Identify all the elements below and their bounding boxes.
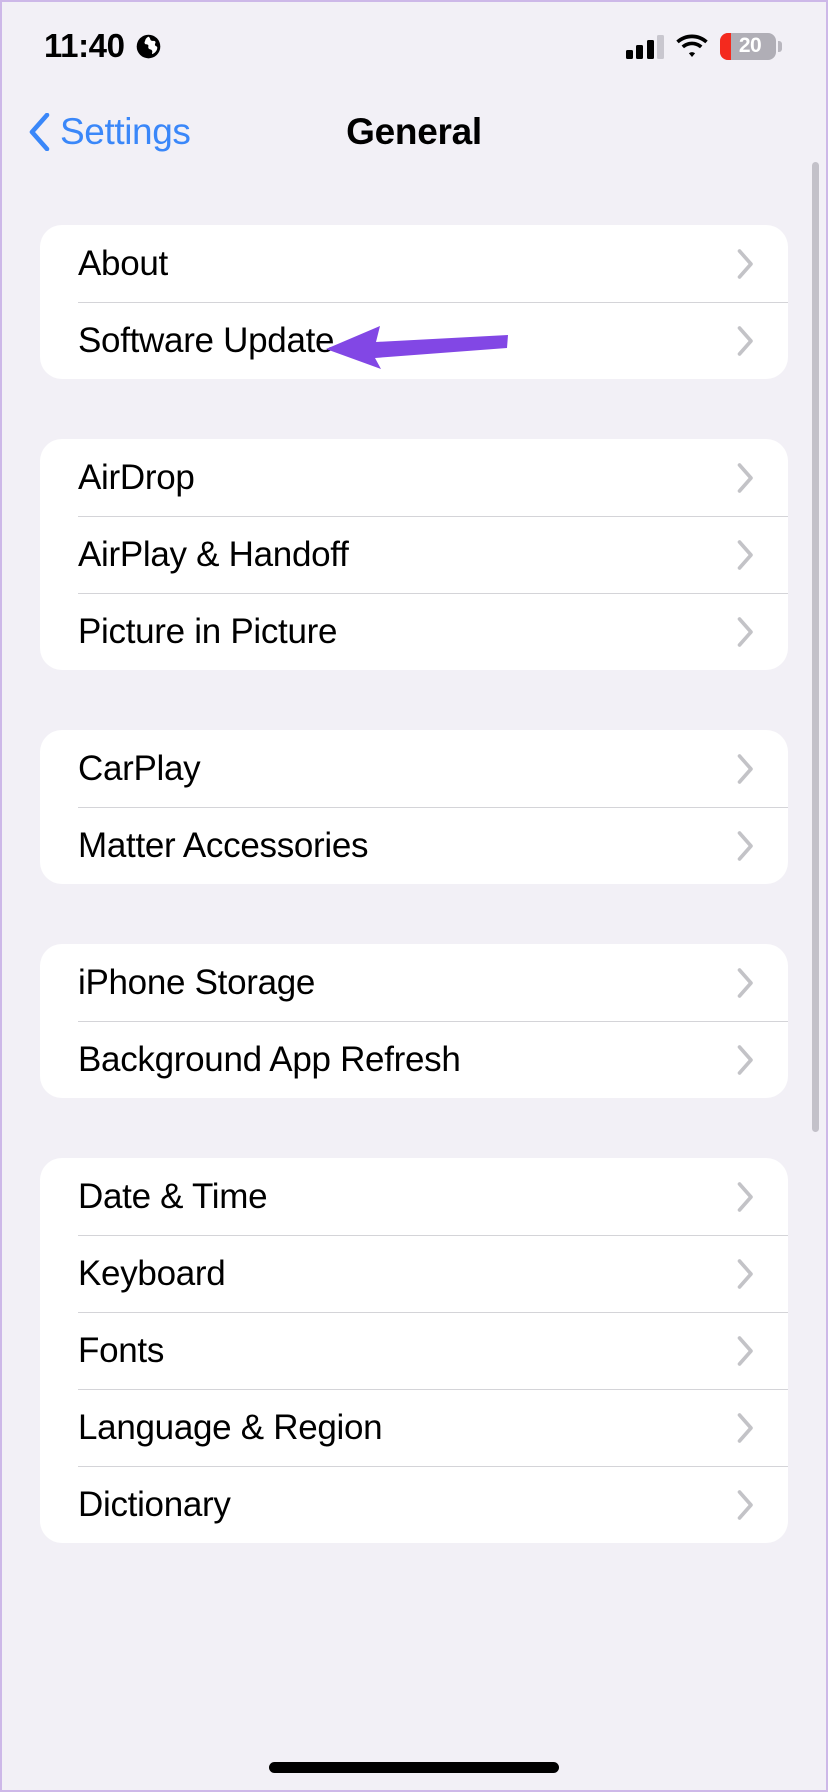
- battery-tip: [778, 40, 782, 52]
- settings-row-keyboard[interactable]: Keyboard: [40, 1235, 788, 1312]
- settings-row-software-update[interactable]: Software Update: [40, 302, 788, 379]
- settings-row-dictionary[interactable]: Dictionary: [40, 1466, 788, 1543]
- settings-row-carplay[interactable]: CarPlay: [40, 730, 788, 807]
- navigation-bar: Settings General: [2, 90, 826, 174]
- settings-row-label: Software Update: [78, 321, 335, 360]
- group-sharing: AirDrop AirPlay & Handoff Picture in Pictu…: [40, 439, 788, 670]
- settings-row-airplay-and-handoff[interactable]: AirPlay & Handoff: [40, 516, 788, 593]
- chevron-right-icon: [737, 1044, 753, 1075]
- settings-row-label: iPhone Storage: [78, 963, 316, 1002]
- settings-row-matter-accessories[interactable]: Matter Accessories: [40, 807, 788, 884]
- chevron-right-icon: [737, 967, 753, 998]
- settings-row-label: Background App Refresh: [78, 1040, 461, 1079]
- settings-row-airdrop[interactable]: AirDrop: [40, 439, 788, 516]
- battery-body: 20: [720, 32, 776, 60]
- battery-icon: 20: [720, 32, 782, 60]
- settings-row-picture-in-picture[interactable]: Picture in Picture: [40, 593, 788, 670]
- settings-row-label: CarPlay: [78, 749, 201, 788]
- battery-percent-label: 20: [738, 34, 762, 57]
- chevron-right-icon: [737, 248, 753, 279]
- settings-row-label: Dictionary: [78, 1485, 231, 1524]
- group-localization: Date & Time Keyboard Fonts Language & Regio…: [40, 1158, 788, 1543]
- vertical-scrollbar[interactable]: [812, 162, 819, 1132]
- wifi-icon: [676, 34, 708, 57]
- battery-fill: [720, 32, 732, 60]
- settings-row-label: Language & Region: [78, 1408, 383, 1447]
- settings-row-about[interactable]: About: [40, 225, 788, 302]
- status-bar-clock: 11:40: [44, 27, 125, 64]
- chevron-right-icon: [737, 616, 753, 647]
- status-bar-right: 20: [625, 32, 782, 60]
- chevron-right-icon: [737, 830, 753, 861]
- status-bar: 11:40 20: [2, 2, 826, 90]
- settings-row-iphone-storage[interactable]: iPhone Storage: [40, 944, 788, 1021]
- group-system: About Software Update: [40, 225, 788, 379]
- signal-bars-icon: [625, 34, 664, 59]
- settings-row-label: AirPlay & Handoff: [78, 535, 349, 574]
- settings-row-background-app-refresh[interactable]: Background App Refresh: [40, 1021, 788, 1098]
- settings-row-label: AirDrop: [78, 458, 195, 497]
- group-accessories: CarPlay Matter Accessories: [40, 730, 788, 884]
- settings-row-date-and-time[interactable]: Date & Time: [40, 1158, 788, 1235]
- settings-row-label: Fonts: [78, 1331, 165, 1370]
- chevron-right-icon: [737, 1335, 753, 1366]
- settings-row-language-and-region[interactable]: Language & Region: [40, 1389, 788, 1466]
- settings-row-fonts[interactable]: Fonts: [40, 1312, 788, 1389]
- chevron-right-icon: [737, 462, 753, 493]
- group-storage: iPhone Storage Background App Refresh: [40, 944, 788, 1098]
- home-indicator: [269, 1762, 559, 1773]
- settings-row-label: Keyboard: [78, 1254, 226, 1293]
- settings-row-label: Date & Time: [78, 1177, 268, 1216]
- chevron-right-icon: [737, 539, 753, 570]
- chevron-right-icon: [737, 1258, 753, 1289]
- chevron-right-icon: [737, 1412, 753, 1443]
- settings-row-label: Picture in Picture: [78, 612, 338, 651]
- settings-list: About Software Update AirDrop AirPlay & Han…: [2, 174, 826, 1790]
- chevron-right-icon: [737, 753, 753, 784]
- iphone-settings-general-screen: 11:40 20 Settings General About Software…: [2, 2, 826, 1790]
- chevron-right-icon: [737, 1181, 753, 1212]
- status-bar-left: 11:40: [44, 27, 162, 65]
- chevron-right-icon: [737, 325, 753, 356]
- globe-icon: [136, 34, 160, 58]
- page-title: General: [346, 111, 482, 152]
- settings-row-label: Matter Accessories: [78, 826, 369, 865]
- settings-row-label: About: [78, 244, 168, 283]
- chevron-right-icon: [737, 1489, 753, 1520]
